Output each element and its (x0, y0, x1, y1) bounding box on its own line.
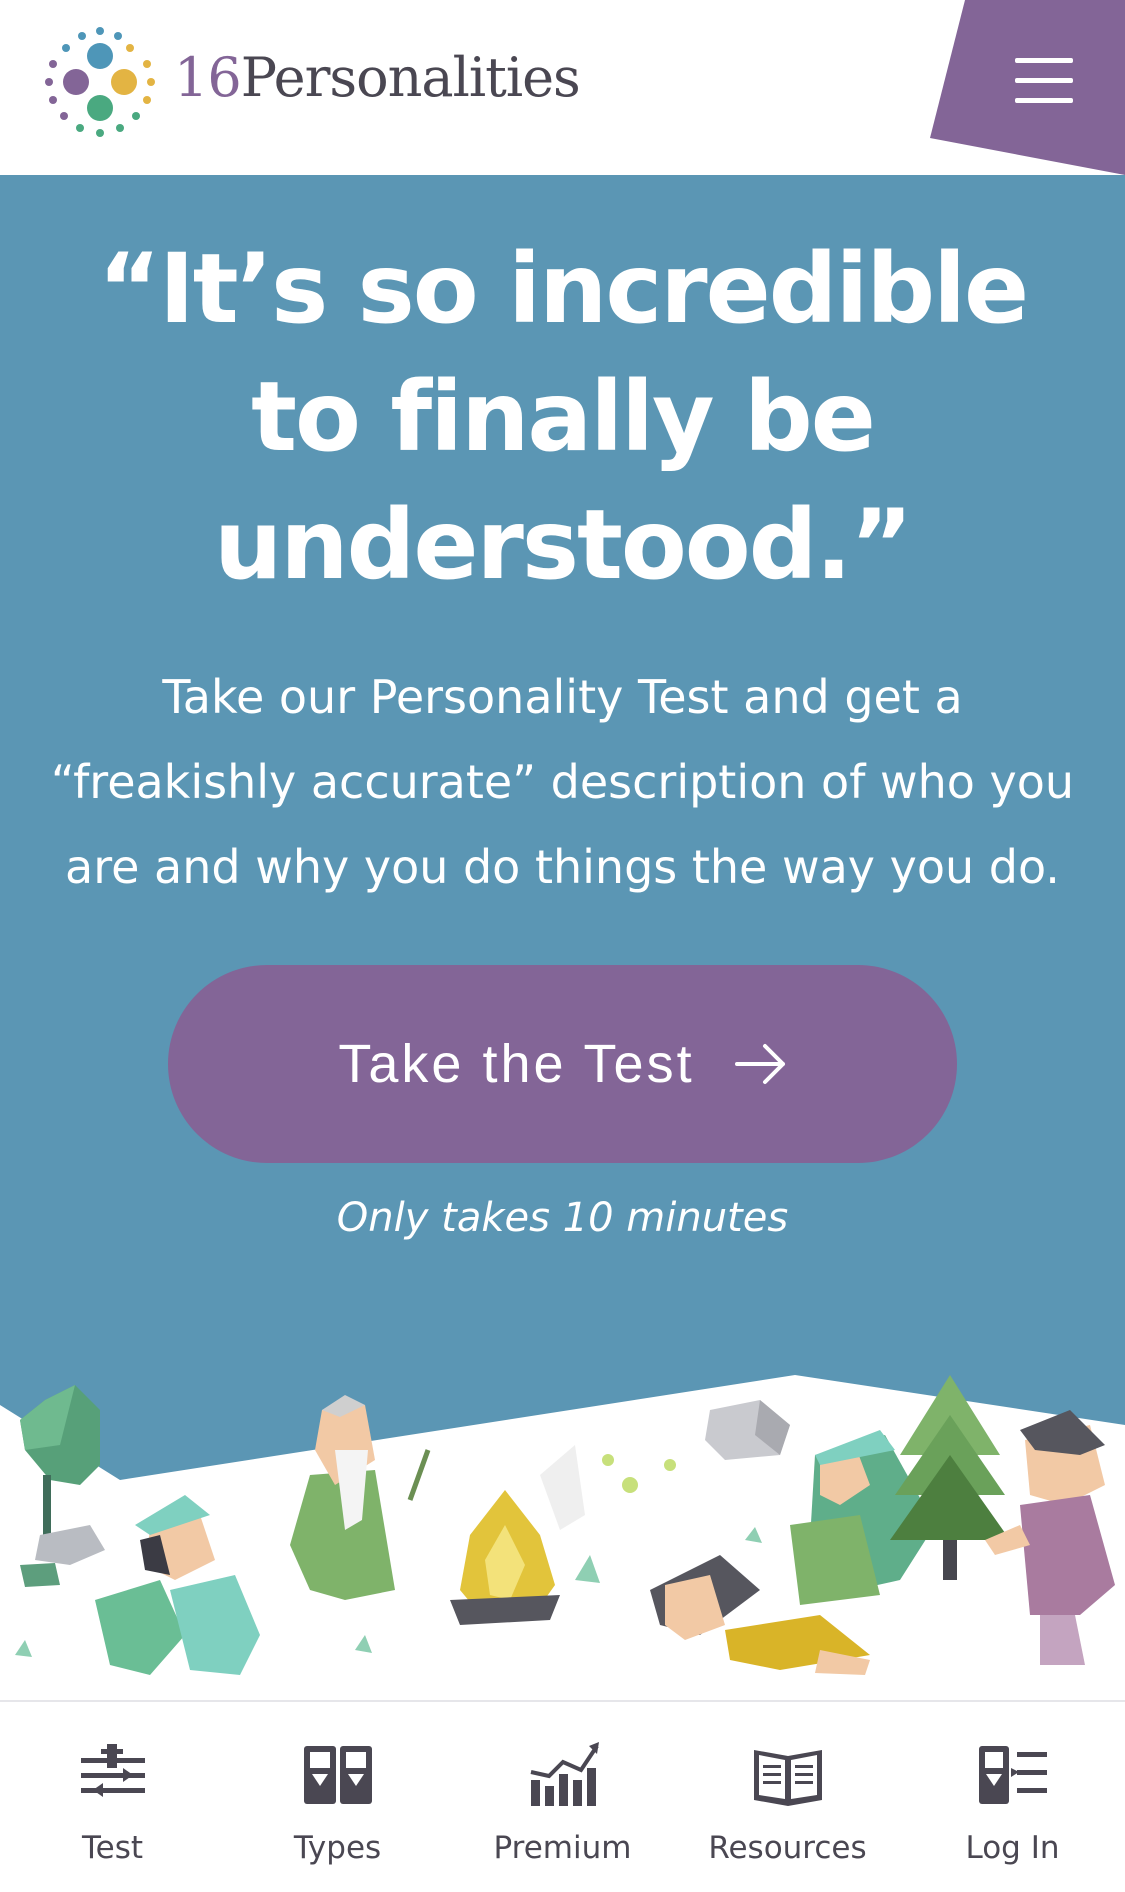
bar-chart-growth-icon (530, 1742, 599, 1806)
brand-wordmark[interactable]: 16Personalities (174, 46, 581, 109)
nav-label-test: Test (81, 1830, 144, 1866)
open-book-icon (753, 1750, 822, 1806)
arrow-right-icon (734, 1044, 785, 1084)
menu-bar (1015, 98, 1073, 103)
nav-item-premium[interactable]: Premium (450, 1702, 675, 1892)
menu-container (930, 0, 1125, 175)
nav-label-premium: Premium (493, 1830, 632, 1866)
people-cards-icon (303, 1746, 372, 1804)
sliders-icon (80, 1744, 145, 1797)
bottom-nav: Test Types Premium Resources Log In (0, 1700, 1125, 1892)
nav-label-log-in: Log In (965, 1830, 1060, 1866)
hero-subtext: Take our Personality Test and get a “fre… (50, 670, 1075, 894)
nav-item-types[interactable]: Types (225, 1702, 450, 1892)
take-test-label: Take the Test (338, 1034, 695, 1094)
hamburger-menu-icon[interactable] (948, 0, 1125, 175)
nav-label-types: Types (293, 1830, 382, 1866)
nav-label-resources: Resources (708, 1830, 867, 1866)
take-test-button[interactable]: Take the Test (168, 965, 957, 1163)
nav-item-log-in[interactable]: Log In (900, 1702, 1125, 1892)
menu-bar (1015, 78, 1073, 83)
user-list-icon (978, 1746, 1047, 1804)
brand-number: 16 (174, 46, 242, 109)
menu-bar (1015, 58, 1073, 63)
hero-headline: “It’s so incredible to finally be unders… (97, 233, 1029, 601)
campfire-characters-illustration (0, 1375, 1125, 1705)
brand-name: Personalities (240, 46, 581, 109)
site-header: 16Personalities (0, 0, 1125, 175)
nav-item-test[interactable]: Test (0, 1702, 225, 1892)
dotted-circle-logo-icon[interactable] (44, 26, 156, 138)
nav-item-resources[interactable]: Resources (675, 1702, 900, 1892)
